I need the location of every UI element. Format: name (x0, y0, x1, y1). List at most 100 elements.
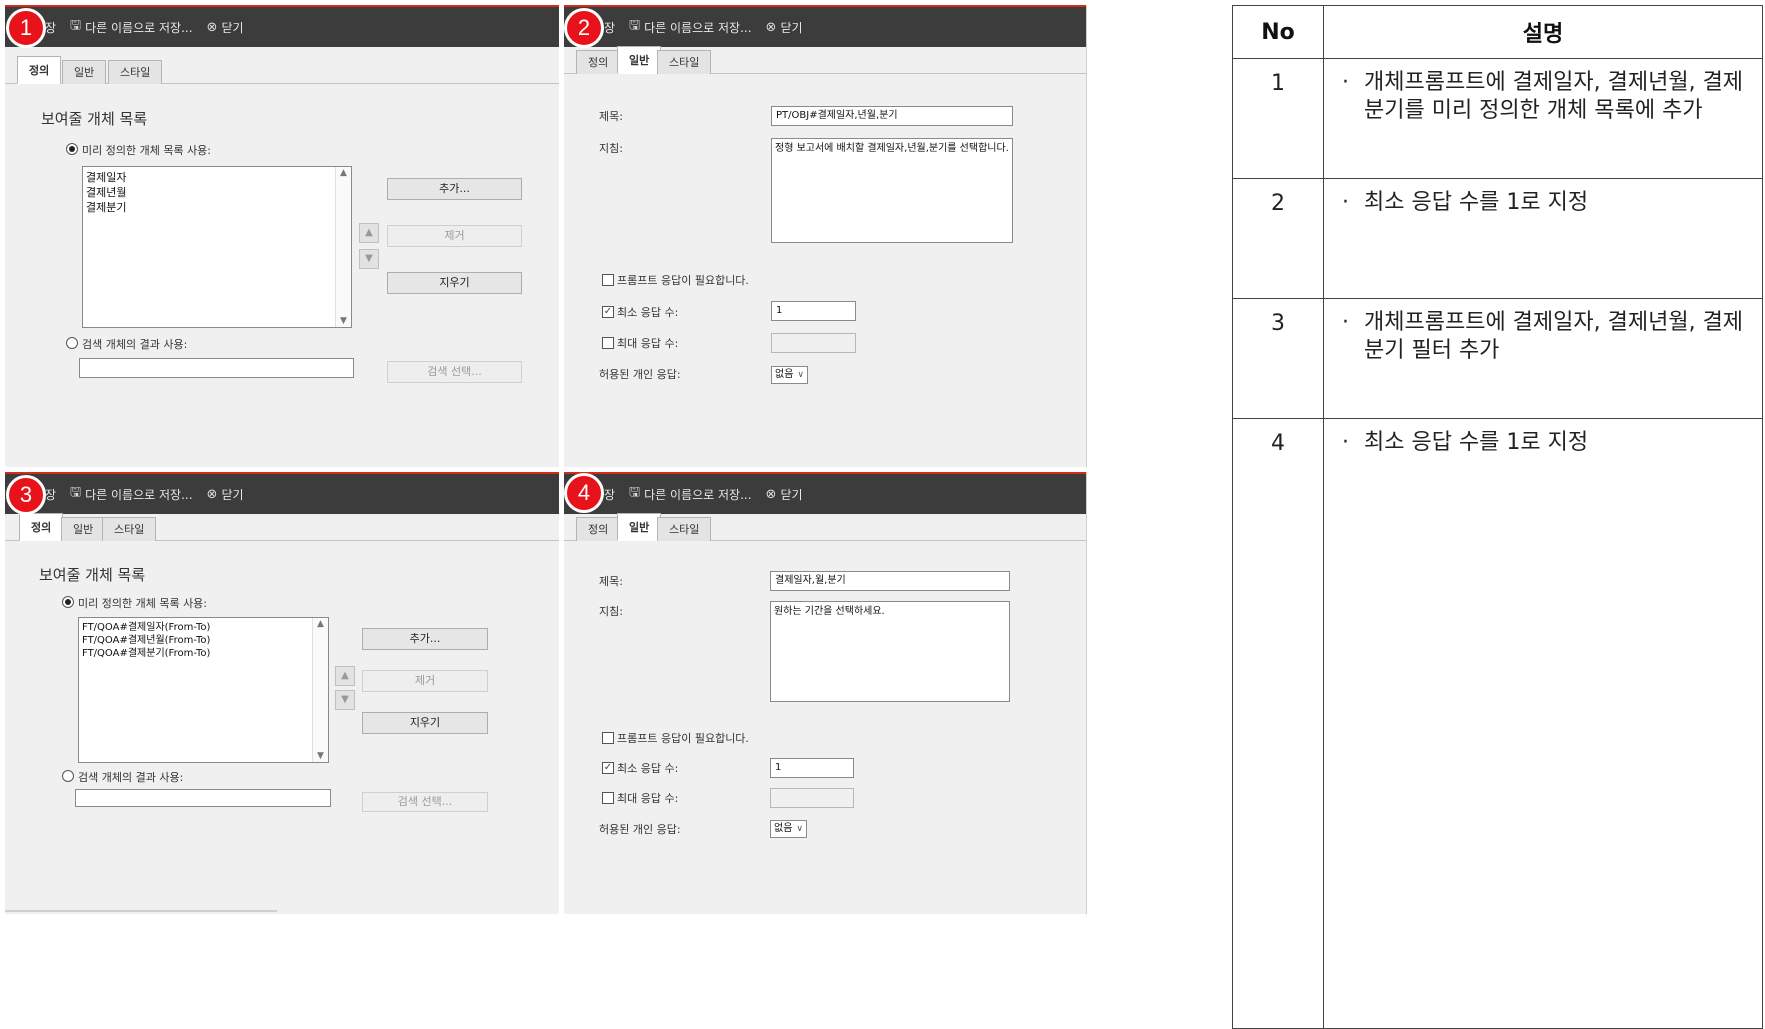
scroll-up-icon[interactable]: ▲ (336, 168, 351, 178)
remove-button[interactable]: 제거 (362, 670, 488, 692)
tab-definition[interactable]: 정의 (576, 517, 621, 541)
allowed-select[interactable]: 없음 ∨ (771, 366, 808, 384)
bullet: · (1342, 190, 1349, 215)
search-radio[interactable] (62, 770, 74, 782)
min-input[interactable]: 1 (771, 301, 856, 321)
chevron-down-icon: ▼ (365, 253, 373, 264)
title-input[interactable]: PT/OBJ#결제일자,년월,분기 (771, 106, 1013, 126)
search-input[interactable] (75, 789, 331, 807)
min-input[interactable]: 1 (770, 758, 854, 778)
allowed-select[interactable]: 없음 ∨ (770, 820, 807, 838)
search-label: 검색 개체의 결과 사용: (78, 771, 184, 784)
object-list[interactable]: FT/QOA#결제일자(From-To) FT/QOA#결제년월(From-To… (78, 617, 329, 763)
min-checkbox[interactable]: ✓ (602, 762, 614, 774)
tab-style[interactable]: 스타일 (108, 60, 163, 84)
allowed-value: 없음 (775, 369, 794, 380)
close-item[interactable]: ⊗ 닫기 (766, 486, 803, 503)
add-button[interactable]: 추가... (387, 178, 522, 200)
object-list[interactable]: 결제일자 결제년월 결제분기 ▲ ▼ (82, 166, 352, 328)
max-checkbox[interactable] (602, 792, 614, 804)
step-badge-1: 1 (6, 8, 46, 48)
list-scrollbar[interactable]: ▲ ▼ (335, 167, 351, 327)
tab-style[interactable]: 스타일 (657, 50, 712, 74)
list-scrollbar[interactable]: ▲ ▼ (312, 618, 328, 762)
save-label: 장 (604, 487, 616, 502)
panel-4: 장 🖫 다른 이름으로 저장... ⊗ 닫기 정의 일반 스타일 제목: 결제일자,… (564, 472, 1087, 914)
save-item[interactable]: 장 (604, 19, 615, 36)
tab-definition[interactable]: 정의 (17, 56, 62, 84)
title-label: 제목: (599, 110, 623, 123)
table-row: 1 · 개체프롬프트에 결제일자, 결제년월, 결제분기를 미리 정의한 개체 목… (1232, 58, 1763, 179)
tab-style[interactable]: 스타일 (657, 517, 712, 541)
save-as-item[interactable]: 🖫 다른 이름으로 저장... (629, 16, 751, 38)
scroll-down-icon[interactable]: ▼ (313, 751, 328, 761)
max-label: 최대 응답 수: (617, 337, 679, 350)
row-text: · 개체프롬프트에 결제일자, 결제년월, 결제분기를 미리 정의한 개체 목록에… (1323, 58, 1763, 179)
save-item[interactable]: 장 (45, 19, 56, 36)
save-item[interactable]: 장 (604, 486, 615, 503)
search-select-button[interactable]: 검색 선택... (362, 792, 488, 812)
save-as-label: 다른 이름으로 저장... (85, 20, 193, 35)
predefined-radio[interactable] (62, 596, 74, 608)
close-label: 닫기 (780, 20, 803, 35)
tab-definition[interactable]: 정의 (19, 513, 64, 541)
save-as-item[interactable]: 🖫 다른 이름으로 저장... (70, 483, 192, 505)
move-up-button[interactable]: ▲ (335, 666, 355, 686)
scroll-up-icon[interactable]: ▲ (313, 619, 328, 629)
required-checkbox[interactable] (602, 274, 614, 286)
guide-textarea[interactable]: 원하는 기간을 선택하세요. (770, 601, 1010, 702)
close-item[interactable]: ⊗ 닫기 (207, 486, 244, 503)
row-no: 3 (1232, 298, 1324, 419)
object-list-items[interactable]: 결제일자 결제년월 결제분기 (86, 170, 126, 215)
tab-general[interactable]: 일반 (617, 46, 662, 74)
close-icon: ⊗ (206, 486, 218, 502)
tab-general[interactable]: 일반 (62, 60, 107, 84)
search-radio[interactable] (66, 337, 78, 349)
step-badge-2: 2 (564, 8, 604, 48)
move-down-button[interactable]: ▼ (359, 249, 379, 269)
search-label: 검색 개체의 결과 사용: (82, 338, 188, 351)
tab-general[interactable]: 일반 (617, 513, 662, 541)
save-label: 장 (604, 20, 616, 35)
scroll-down-icon[interactable]: ▼ (336, 316, 351, 326)
predefined-radio[interactable] (66, 143, 78, 155)
close-icon: ⊗ (206, 19, 218, 35)
save-as-item[interactable]: 🖫 다른 이름으로 저장... (70, 16, 192, 38)
object-list-items[interactable]: FT/QOA#결제일자(From-To) FT/QOA#결제년월(From-To… (82, 621, 210, 660)
close-item[interactable]: ⊗ 닫기 (766, 19, 803, 36)
required-checkbox[interactable] (602, 732, 614, 744)
add-button[interactable]: 추가... (362, 628, 488, 650)
tab-general[interactable]: 일반 (61, 517, 106, 541)
search-select-button[interactable]: 검색 선택... (387, 361, 522, 383)
table-row: 2 · 최소 응답 수를 1로 지정 (1232, 178, 1763, 299)
save-as-label: 다른 이름으로 저장... (85, 487, 193, 502)
clear-button[interactable]: 지우기 (362, 712, 488, 734)
save-as-label: 다른 이름으로 저장... (644, 20, 752, 35)
min-checkbox[interactable]: ✓ (602, 306, 614, 318)
close-item[interactable]: ⊗ 닫기 (207, 19, 244, 36)
save-label: 장 (45, 20, 57, 35)
max-input[interactable] (770, 788, 854, 808)
max-checkbox[interactable] (602, 337, 614, 349)
guide-label: 지침: (599, 605, 623, 618)
clear-button[interactable]: 지우기 (387, 272, 522, 294)
save-label: 장 (45, 487, 57, 502)
title-input[interactable]: 결제일자,월,분기 (770, 571, 1010, 591)
row-text-content: 개체프롬프트에 결제일자, 결제년월, 결제분기 필터 추가 (1364, 310, 1744, 363)
remove-button[interactable]: 제거 (387, 225, 522, 247)
save-item[interactable]: 장 (45, 486, 56, 503)
move-down-button[interactable]: ▼ (335, 690, 355, 710)
search-input[interactable] (79, 358, 354, 378)
tab-bar: 정의 일반 스타일 (564, 512, 1087, 541)
move-up-button[interactable]: ▲ (359, 223, 379, 243)
predefined-label: 미리 정의한 개체 목록 사용: (82, 144, 212, 157)
tab-definition[interactable]: 정의 (576, 50, 621, 74)
max-input[interactable] (771, 333, 856, 353)
guide-textarea[interactable]: 정형 보고서에 배치할 결제일자,년월,분기를 선택합니다. (771, 138, 1013, 243)
bullet: · (1342, 70, 1349, 95)
bottom-scrollbar[interactable] (5, 910, 277, 912)
row-text: · 최소 응답 수를 1로 지정 (1323, 178, 1763, 299)
tab-style[interactable]: 스타일 (102, 517, 157, 541)
save-as-item[interactable]: 🖫 다른 이름으로 저장... (629, 483, 751, 505)
allowed-label: 허용된 개인 응답: (599, 368, 681, 381)
